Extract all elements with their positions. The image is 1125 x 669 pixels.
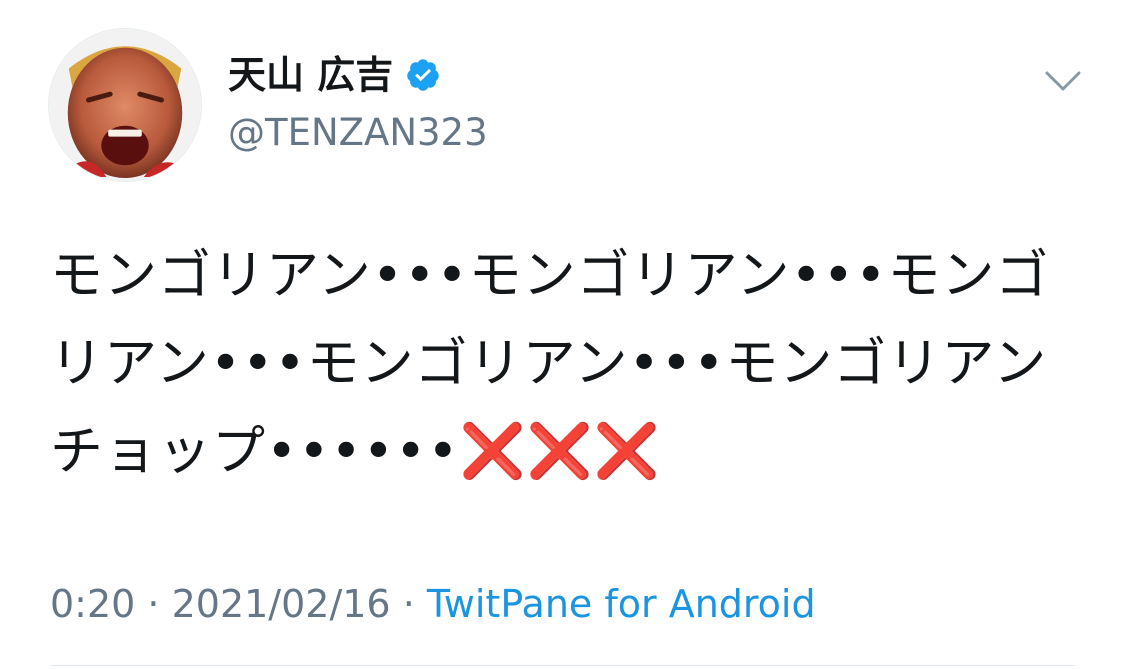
profile-photo [49,29,201,181]
chevron-down-icon[interactable] [1042,64,1084,98]
tweet-source-link[interactable]: TwitPane for Android [427,582,816,626]
cross-marks: ❌❌❌ [459,421,661,482]
tweet-date[interactable]: 2021/02/16 [172,582,391,626]
user-handle[interactable]: @TENZAN323 [228,110,488,156]
display-name[interactable]: 天山 広吉 [228,52,441,98]
meta-separator: · [390,582,427,626]
divider [50,665,1075,666]
meta-separator: · [135,582,172,626]
verified-badge-icon [405,57,441,93]
tweet-meta: 0:20 · 2021/02/16 · TwitPane for Android [50,580,816,628]
tweet-text: モンゴリアン•••モンゴリアン•••モンゴリアン•••モンゴリアン•••モンゴリ… [50,232,1070,496]
avatar[interactable] [48,28,202,182]
display-name-text: 天山 広吉 [228,53,394,97]
tweet-time[interactable]: 0:20 [50,582,135,626]
